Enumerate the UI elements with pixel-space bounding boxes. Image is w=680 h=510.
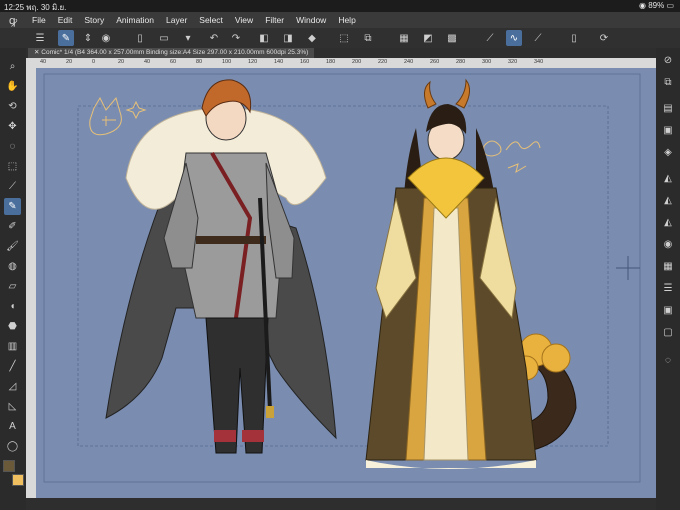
- pen-icon[interactable]: ✎: [4, 198, 21, 215]
- navigator-icon[interactable]: ⊘: [659, 52, 677, 69]
- record-icon[interactable]: ◉: [98, 30, 114, 46]
- menu-edit[interactable]: Edit: [52, 15, 79, 25]
- brush-icon[interactable]: 🖌: [4, 238, 21, 255]
- frame-icon[interactable]: ◿: [4, 378, 21, 395]
- status-strip: [26, 498, 656, 510]
- text-icon[interactable]: A: [4, 418, 21, 435]
- undo-icon[interactable]: ↶: [206, 30, 222, 46]
- menu-animation[interactable]: Animation: [110, 15, 160, 25]
- rotate-icon[interactable]: ⟲: [4, 98, 21, 115]
- history-icon[interactable]: ☰: [659, 280, 677, 297]
- tool-setting-icon[interactable]: ◭: [659, 214, 677, 231]
- tool-property-icon[interactable]: ◭: [659, 170, 677, 187]
- horizontal-ruler: 40 20 0 20 40 60 80 100 120 140 160 180 …: [26, 58, 656, 68]
- layer-search-icon[interactable]: ◈: [659, 144, 677, 161]
- character-left: [105, 79, 337, 454]
- toggle-icon[interactable]: ⇕: [80, 30, 96, 46]
- signature-left: [89, 96, 147, 136]
- gradient-icon[interactable]: ▥: [4, 338, 21, 355]
- pressure-icon[interactable]: ⟋: [530, 30, 546, 46]
- stroke-icon[interactable]: ∿: [506, 30, 522, 46]
- menu-filter[interactable]: Filter: [259, 15, 290, 25]
- menu-layer[interactable]: Layer: [160, 15, 193, 25]
- drawing-canvas[interactable]: [36, 68, 656, 498]
- pen-tool-icon[interactable]: ✎: [58, 30, 74, 46]
- settings-icon[interactable]: ◌: [659, 352, 677, 369]
- menu-file[interactable]: File: [26, 15, 52, 25]
- airbrush-icon[interactable]: ◍: [4, 258, 21, 275]
- device-icon[interactable]: ▯: [566, 30, 582, 46]
- menu-story[interactable]: Story: [78, 15, 110, 25]
- hand-icon[interactable]: ✋: [4, 78, 21, 95]
- panel-dock: ⊘ ⧉ ▤ ▣ ◈ ◭ ◭ ◭ ◉ ▦ ☰ ▣ ▢ ◌: [655, 48, 680, 510]
- vertical-ruler: [26, 68, 36, 498]
- menu-select[interactable]: Select: [193, 15, 229, 25]
- zoom-icon[interactable]: ⌕: [4, 58, 21, 75]
- character-right: [365, 78, 577, 469]
- ios-status-bar: 12:25 พฤ. 30 มิ.ย. ◉ 89% ▭: [0, 0, 680, 12]
- invert-selection-icon[interactable]: ⧉: [360, 30, 376, 46]
- fill-icon[interactable]: ⬣: [4, 318, 21, 335]
- auto-action-icon[interactable]: ▣: [659, 302, 677, 319]
- ruler-icon[interactable]: ◺: [4, 398, 21, 415]
- material-icon[interactable]: ▢: [659, 324, 677, 341]
- special-ruler-icon[interactable]: ◩: [420, 30, 436, 46]
- move-icon[interactable]: ✥: [4, 118, 21, 135]
- artwork: [43, 73, 641, 483]
- fill-selection-icon[interactable]: ◆: [304, 30, 320, 46]
- battery-indicator: ◉ 89% ▭: [639, 1, 674, 10]
- tool-palette: ⌕ ✋ ⟲ ✥ ◌ ⬚ ⟋ ✎ ✐ 🖌 ◍ ▱ ◖ ⬣ ▥ ╱ ◿ ◺ A ◯: [0, 48, 27, 510]
- redo-icon[interactable]: ↷: [228, 30, 244, 46]
- brush-size-icon[interactable]: ◭: [659, 192, 677, 209]
- command-bar: ☰ ✎ ⇕ ◉ ▯ ▭ ▾ ↶ ↷ ◧ ◨ ◆ ⬚ ⧉ ▦ ◩ ▩ ⟋ ∿ ⟋ …: [0, 28, 680, 49]
- stabilizer-icon[interactable]: ⟋: [482, 30, 498, 46]
- layers-icon[interactable]: ▤: [659, 100, 677, 117]
- figure-icon[interactable]: ╱: [4, 358, 21, 375]
- menu-view[interactable]: View: [229, 15, 259, 25]
- selection-icon[interactable]: ⬚: [4, 158, 21, 175]
- ruler-snap-icon[interactable]: ▦: [396, 30, 412, 46]
- document-tab-bar: ✕ Comic* 1/4 (B4 364.00 x 257.00mm Bindi…: [26, 48, 656, 58]
- deselect-icon[interactable]: ⬚: [336, 30, 352, 46]
- color-wheel-icon[interactable]: ◉: [659, 236, 677, 253]
- balloon-icon[interactable]: ◯: [4, 438, 21, 455]
- clear-outside-icon[interactable]: ◨: [280, 30, 296, 46]
- color-set-icon[interactable]: ▦: [659, 258, 677, 275]
- open-folder-icon[interactable]: ▭: [156, 30, 172, 46]
- save-icon[interactable]: ▾: [180, 30, 196, 46]
- main-color-swatch[interactable]: [3, 460, 15, 472]
- eyedropper-icon[interactable]: ⟋: [4, 178, 21, 195]
- new-file-icon[interactable]: ▯: [132, 30, 148, 46]
- document-tab[interactable]: ✕ Comic* 1/4 (B4 364.00 x 257.00mm Bindi…: [28, 48, 315, 58]
- companion-icon[interactable]: ⟳: [596, 30, 612, 46]
- subview-icon[interactable]: ⧉: [659, 74, 677, 91]
- pencil-icon[interactable]: ✐: [4, 218, 21, 235]
- layer-property-icon[interactable]: ▣: [659, 122, 677, 139]
- menu-help[interactable]: Help: [332, 15, 361, 25]
- app-logo-icon[interactable]: ꝙ: [0, 13, 26, 28]
- clear-icon[interactable]: ◧: [256, 30, 272, 46]
- grid-icon[interactable]: ▩: [444, 30, 460, 46]
- blend-icon[interactable]: ◖: [4, 298, 21, 315]
- menu-window[interactable]: Window: [290, 15, 332, 25]
- hamburger-menu-icon[interactable]: ☰: [32, 30, 48, 46]
- menu-bar: ꝙ File Edit Story Animation Layer Select…: [0, 12, 680, 28]
- sub-color-swatch[interactable]: [12, 474, 24, 486]
- lasso-icon[interactable]: ◌: [4, 138, 21, 155]
- signature-right: [483, 140, 541, 174]
- eraser-icon[interactable]: ▱: [4, 278, 21, 295]
